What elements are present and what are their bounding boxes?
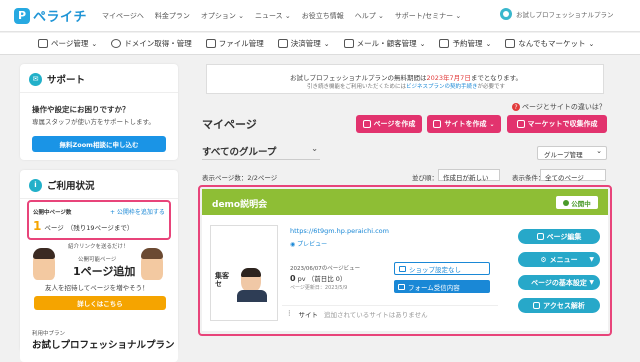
notice-text: までとなります。 <box>470 74 522 82</box>
menu-files[interactable]: ファイル管理 <box>205 38 264 49</box>
zoom-consult-button[interactable]: 無料Zoom相談に申し込む <box>32 136 166 152</box>
menu-mail[interactable]: メール・顧客管理 <box>343 38 426 49</box>
nav-news[interactable]: ニュース <box>255 11 291 21</box>
menu-payment[interactable]: 決済管理 <box>277 38 330 49</box>
nav-support[interactable]: サポート/セミナー <box>395 11 461 21</box>
main-menubar: ページ管理 ドメイン取得・管理 ファイル管理 決済管理 メール・顧客管理 予約管… <box>0 33 640 55</box>
cart-icon <box>277 39 288 48</box>
support-description: 専属スタッフが使い方をサポートします。 <box>32 118 155 126</box>
notice-subtext: が必要です <box>477 84 506 90</box>
menu-market[interactable]: なんでもマーケット <box>505 38 594 49</box>
filter-select[interactable]: 全てのページ <box>540 169 606 182</box>
support-question: 操作や設定にお困りですか？ <box>32 105 130 114</box>
divider <box>20 198 178 199</box>
user-plan-name: お試しプロフェッショナルプラン <box>516 11 614 19</box>
trial-end-date: 2023年7月7日 <box>426 74 471 82</box>
market-icon <box>516 120 525 128</box>
group-manage-select[interactable]: グループ管理 <box>537 146 607 160</box>
user-avatar-icon <box>500 8 512 20</box>
support-title: サポート <box>47 75 86 86</box>
create-site-button[interactable]: サイトを作成 ⌄ <box>427 115 501 133</box>
page-icon <box>362 120 371 128</box>
invite-headline: 1ページ追加 <box>73 265 136 278</box>
brand-logo[interactable]: P ペライチ <box>14 6 87 25</box>
divider <box>20 92 178 93</box>
calendar-icon <box>439 39 450 48</box>
invite-description: 友人を招待してページを増やそう！ <box>45 284 149 292</box>
sort-label: 並び順： <box>412 174 438 182</box>
highlight-usage <box>27 200 171 240</box>
top-nav: マイページへ 料金プラン オプション ニュース お役立ち情報 ヘルプ サポート/… <box>102 11 461 21</box>
notice-subtext: 引き続き機能をご利用いただくためには <box>306 84 406 90</box>
highlight-site-card <box>198 185 612 336</box>
info-icon: i <box>29 178 42 192</box>
invite-banner[interactable]: 紹介リンクを送るだけ！ 公開可能ページ 1ページ追加 <box>33 242 163 302</box>
question-icon: ? <box>512 103 520 111</box>
page-count: 表示ページ数：2/2ページ <box>202 174 278 182</box>
notice-text: お試しプロフェッショナルプランの無料期間は <box>290 74 427 82</box>
plan-label: 利用中プラン <box>32 331 66 337</box>
chat-icon: ✉ <box>29 72 42 86</box>
nav-mypage[interactable]: マイページへ <box>102 11 144 21</box>
business-plan-link[interactable]: ビジネスプランの契約手続き <box>406 84 478 90</box>
invite-subtitle: 公開可能ページ <box>78 257 117 263</box>
mail-icon <box>343 39 354 48</box>
help-label: ページとサイトの違いは？ <box>522 103 606 111</box>
trial-notice: お試しプロフェッショナルプランの無料期間は2023年7月7日までとなります。 引… <box>206 64 604 94</box>
site-icon <box>433 120 442 128</box>
support-card: ✉ サポート 操作や設定にお困りですか？ 専属スタッフが使い方をサポートします。… <box>20 64 178 160</box>
plan-name: お試しプロフェッショナルプラン <box>32 340 175 351</box>
invite-details-button[interactable]: 詳しくはこちら <box>34 296 166 310</box>
person-left-illustration <box>33 248 55 280</box>
nav-pricing[interactable]: 料金プラン <box>155 11 190 21</box>
user-menu[interactable]: お試しプロフェッショナルプラン <box>500 8 614 20</box>
nav-help[interactable]: ヘルプ <box>355 11 384 21</box>
top-header: P ペライチ マイページへ 料金プラン オプション ニュース お役立ち情報 ヘル… <box>0 0 640 32</box>
page-title: マイページ <box>202 118 257 131</box>
sort-select[interactable]: 作成日が新しい <box>438 169 500 182</box>
person-right-illustration <box>141 248 163 280</box>
menu-reservation[interactable]: 予約管理 <box>439 38 491 49</box>
nav-options[interactable]: オプション <box>201 11 244 21</box>
logo-icon: P <box>14 7 30 24</box>
menu-page-management[interactable]: ページ管理 <box>38 38 97 49</box>
market-icon <box>505 39 516 48</box>
logo-text: ペライチ <box>33 10 88 25</box>
file-icon <box>205 39 216 48</box>
page-icon <box>38 39 48 48</box>
market-create-button[interactable]: マーケットで収集作成 <box>507 115 607 133</box>
globe-icon <box>111 39 122 48</box>
group-select[interactable]: すべてのグループ <box>202 144 320 160</box>
invite-tagline: 紹介リンクを送るだけ！ <box>68 244 129 250</box>
menu-domain[interactable]: ドメイン取得・管理 <box>111 38 192 49</box>
nav-tips[interactable]: お役立ち情報 <box>302 11 344 21</box>
usage-title: ご利用状況 <box>47 181 95 192</box>
create-page-button[interactable]: ページを作成 <box>356 115 422 133</box>
page-vs-site-help-link[interactable]: ? ページとサイトの違いは？ <box>512 102 606 112</box>
